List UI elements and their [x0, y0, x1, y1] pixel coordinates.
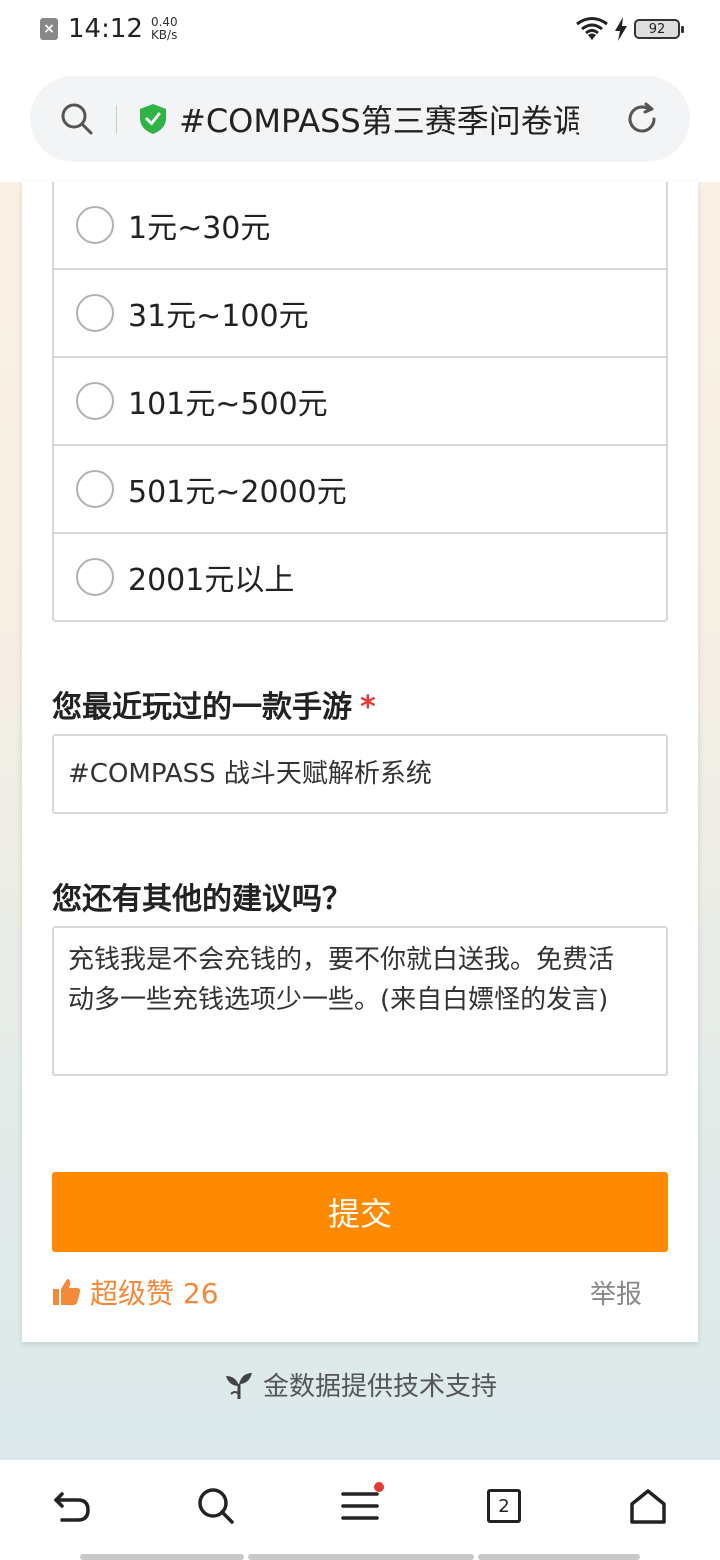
- gesture-bar-center: [248, 1554, 474, 1560]
- option-4[interactable]: 501元~2000元: [54, 444, 666, 532]
- menu-icon: [341, 1492, 379, 1520]
- option-2[interactable]: 31元~100元: [54, 268, 666, 356]
- required-mark: *: [360, 690, 376, 725]
- question-game-title: 您最近玩过的一款手游 *: [52, 682, 376, 726]
- browser-top-bar: #COMPASS第三赛季问卷调查: [0, 58, 720, 182]
- refresh-icon[interactable]: [624, 101, 660, 137]
- super-like-button[interactable]: 超级赞 26: [90, 1272, 219, 1312]
- like-row: 超级赞 26 举报: [52, 1270, 642, 1314]
- suggestion-textarea[interactable]: 充钱我是不会充钱的，要不你就白送我。免费活 动多一些充钱选项少一些。(来自白嫖怪…: [52, 926, 668, 1076]
- address-bar[interactable]: #COMPASS第三赛季问卷调查: [30, 76, 690, 162]
- tabs-count: 2: [487, 1489, 521, 1523]
- page-title[interactable]: #COMPASS第三赛季问卷调查: [179, 96, 579, 142]
- report-link[interactable]: 举报: [590, 1274, 642, 1311]
- charging-icon: [615, 17, 627, 41]
- network-speed: 0.40 KB/s: [151, 16, 178, 42]
- bottom-nav: 2: [0, 1460, 720, 1560]
- gesture-bar-left: [80, 1554, 244, 1560]
- question-game-label: 您最近玩过的一款手游: [52, 690, 352, 725]
- gesture-bar-right: [478, 1554, 640, 1560]
- suggestion-line-2: 动多一些充钱选项少一些。(来自白嫖怪的发言): [68, 985, 609, 1015]
- option-label: 101元~500元: [128, 387, 328, 422]
- battery-indicator: 92: [634, 19, 684, 39]
- secure-shield-icon: [140, 104, 166, 134]
- menu-button[interactable]: [330, 1476, 390, 1536]
- search-button[interactable]: [186, 1476, 246, 1536]
- search-icon: [198, 1488, 234, 1524]
- spend-options: 1元~30元 31元~100元 101元~500元 501元~2000元 200…: [52, 182, 668, 622]
- radio-button[interactable]: [76, 206, 114, 244]
- status-bar: × 14:12 0.40 KB/s 92: [0, 0, 720, 58]
- home-icon: [630, 1489, 666, 1524]
- option-label: 31元~100元: [128, 299, 309, 334]
- form-card: 1元~30元 31元~100元 101元~500元 501元~2000元 200…: [22, 182, 698, 1342]
- sprout-icon: [225, 1372, 252, 1399]
- radio-button[interactable]: [76, 558, 114, 596]
- tech-support-footer: 金数据提供技术支持: [0, 1366, 720, 1403]
- search-icon[interactable]: [60, 102, 94, 136]
- tabs-button[interactable]: 2: [474, 1476, 534, 1536]
- tech-support-text: 金数据提供技术支持: [262, 1372, 497, 1402]
- address-divider: [116, 105, 117, 133]
- home-button[interactable]: [618, 1476, 678, 1536]
- back-button[interactable]: [42, 1476, 102, 1536]
- radio-button[interactable]: [76, 382, 114, 420]
- battery-level: 92: [648, 21, 666, 37]
- back-arrow-icon: [54, 1492, 90, 1522]
- game-input-value: #COMPASS 战斗天赋解析系统: [68, 759, 432, 789]
- thumbs-up-icon[interactable]: [52, 1277, 82, 1307]
- status-time: 14:12: [68, 14, 143, 44]
- notification-dot: [374, 1482, 384, 1492]
- submit-button[interactable]: 提交: [52, 1172, 668, 1252]
- game-input[interactable]: #COMPASS 战斗天赋解析系统: [52, 734, 668, 814]
- question-suggestion-title: 您还有其他的建议吗？: [52, 874, 352, 918]
- option-label: 2001元以上: [128, 563, 295, 598]
- option-label: 1元~30元: [128, 211, 271, 246]
- suggestion-line-1: 充钱我是不会充钱的，要不你就白送我。免费活: [68, 945, 615, 975]
- notification-app-icon: ×: [40, 18, 58, 40]
- radio-button[interactable]: [76, 294, 114, 332]
- radio-button[interactable]: [76, 470, 114, 508]
- option-label: 501元~2000元: [128, 475, 347, 510]
- option-5[interactable]: 2001元以上: [54, 532, 666, 620]
- network-speed-unit: KB/s: [150, 28, 178, 42]
- option-3[interactable]: 101元~500元: [54, 356, 666, 444]
- question-suggestion-label: 您还有其他的建议吗？: [52, 882, 352, 917]
- option-1[interactable]: 1元~30元: [54, 182, 666, 268]
- wifi-icon: [576, 17, 608, 40]
